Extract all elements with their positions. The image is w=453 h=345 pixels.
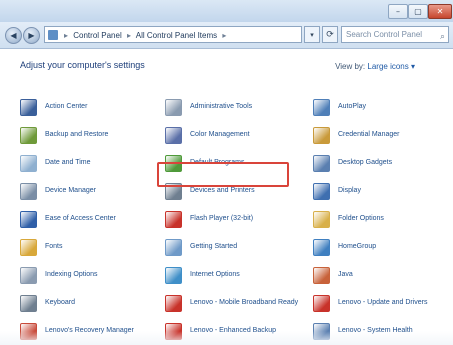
control-panel-item[interactable]: Fonts: [20, 236, 63, 258]
address-bar[interactable]: ▸ Control Panel ▸ All Control Panel Item…: [44, 26, 302, 43]
control-panel-window: – ▢ ✕ ◀ ▶ ▸ Control Panel ▸ All Control …: [0, 0, 453, 345]
control-panel-item[interactable]: Display: [313, 180, 361, 202]
control-panel-item[interactable]: Getting Started: [165, 236, 237, 258]
control-panel-item-label: Internet Options: [190, 271, 240, 278]
admin-tools-icon: [165, 98, 182, 116]
control-panel-item-label: Credential Manager: [338, 131, 400, 138]
gadgets-icon: [313, 154, 330, 172]
control-panel-item-label: Administrative Tools: [190, 103, 253, 110]
control-panel-item[interactable]: Action Center: [20, 96, 87, 118]
keyboard-icon: [20, 294, 37, 312]
control-panel-item[interactable]: Keyboard: [20, 292, 75, 314]
color-management-icon: [165, 126, 182, 144]
control-panel-item[interactable]: Backup and Restore: [20, 124, 108, 146]
breadcrumb-all-items[interactable]: All Control Panel Items: [136, 31, 217, 40]
breadcrumb-separator-icon[interactable]: ▸: [61, 31, 71, 40]
control-panel-item[interactable]: Credential Manager: [313, 124, 399, 146]
control-panel-item[interactable]: HomeGroup: [313, 236, 376, 258]
highlight-box: [157, 162, 289, 187]
control-panel-item[interactable]: AutoPlay: [313, 96, 366, 118]
close-button[interactable]: ✕: [428, 4, 452, 19]
control-panel-item[interactable]: Indexing Options: [20, 264, 98, 286]
control-panel-item[interactable]: Flash Player (32-bit): [165, 208, 253, 230]
flash-icon: [165, 210, 182, 228]
back-button[interactable]: ◀: [5, 27, 22, 44]
control-panel-item[interactable]: Java: [313, 264, 353, 286]
ease-of-access-icon: [20, 210, 37, 228]
search-icon: ⌕: [439, 31, 445, 41]
fonts-icon: [20, 238, 37, 256]
control-panel-item[interactable]: Folder Options: [313, 208, 384, 230]
control-panel-item-label: Desktop Gadgets: [338, 159, 393, 166]
control-panel-item-label: Backup and Restore: [45, 131, 109, 138]
control-panel-item[interactable]: Internet Options: [165, 264, 240, 286]
control-panel-item-label: Date and Time: [45, 159, 91, 166]
control-panel-item-label: Devices and Printers: [190, 187, 255, 194]
breadcrumb-separator-icon[interactable]: ▸: [124, 31, 134, 40]
navigation-bar: ◀ ▶ ▸ Control Panel ▸ All Control Panel …: [0, 22, 453, 49]
control-panel-item[interactable]: Administrative Tools: [165, 96, 252, 118]
indexing-icon: [20, 266, 37, 284]
control-panel-item-label: Display: [338, 187, 361, 194]
autoplay-icon: [313, 98, 330, 116]
minimize-button[interactable]: –: [388, 4, 408, 19]
view-by-dropdown[interactable]: Large icons ▾: [367, 62, 415, 71]
refresh-button[interactable]: ⟳: [322, 26, 338, 43]
control-panel-item[interactable]: Desktop Gadgets: [313, 152, 392, 174]
internet-icon: [165, 266, 182, 284]
title-bar: – ▢ ✕: [0, 0, 453, 22]
flag-icon: [20, 98, 37, 116]
backup-icon: [20, 126, 37, 144]
control-panel-item[interactable]: Date and Time: [20, 152, 91, 174]
view-by-label: View by:: [335, 62, 366, 71]
control-panel-item[interactable]: Ease of Access Center: [20, 208, 116, 230]
control-panel-item-label: Indexing Options: [45, 271, 98, 278]
breadcrumb-separator-icon[interactable]: ▸: [219, 31, 229, 40]
control-panel-item[interactable]: Lenovo - Update and Drivers: [313, 292, 428, 314]
control-panel-item-label: Flash Player (32-bit): [190, 215, 254, 222]
address-dropdown-button[interactable]: ▾: [304, 26, 320, 43]
control-panel-item-label: Action Center: [45, 103, 88, 110]
search-input[interactable]: Search Control Panel ⌕: [341, 26, 449, 43]
getting-started-icon: [165, 238, 182, 256]
control-panel-item-label: Color Management: [190, 131, 250, 138]
folder-icon: [313, 210, 330, 228]
control-panel-item-label: Ease of Access Center: [45, 215, 116, 222]
control-panel-item-label: Lenovo - Mobile Broadband Ready: [190, 299, 299, 306]
view-by-control[interactable]: View by: Large icons ▾: [335, 62, 415, 71]
control-panel-icon: [48, 30, 58, 40]
control-panel-item-label: Lenovo - Update and Drivers: [338, 299, 428, 306]
lenovo-update-icon: [313, 294, 330, 312]
maximize-button[interactable]: ▢: [408, 4, 428, 19]
credential-icon: [313, 126, 330, 144]
forward-button[interactable]: ▶: [23, 27, 40, 44]
control-panel-item[interactable]: Color Management: [165, 124, 250, 146]
control-panel-item-label: Java: [338, 271, 353, 278]
scroll-fade: [0, 331, 453, 345]
control-panel-item-label: AutoPlay: [338, 103, 367, 110]
breadcrumb-control-panel[interactable]: Control Panel: [73, 31, 121, 40]
control-panel-item-label: Fonts: [45, 243, 63, 250]
control-panel-item-label: Getting Started: [190, 243, 238, 250]
control-panel-item-label: Device Manager: [45, 187, 96, 194]
search-placeholder: Search Control Panel: [346, 30, 423, 39]
homegroup-icon: [313, 238, 330, 256]
control-panel-item[interactable]: Device Manager: [20, 180, 96, 202]
control-panel-item-label: Keyboard: [45, 299, 75, 306]
java-icon: [313, 266, 330, 284]
control-panel-item[interactable]: Lenovo - Mobile Broadband Ready: [165, 292, 298, 314]
page-title: Adjust your computer's settings: [20, 60, 145, 70]
lenovo-broadband-icon: [165, 294, 182, 312]
clock-icon: [20, 154, 37, 172]
device-manager-icon: [20, 182, 37, 200]
control-panel-item-label: HomeGroup: [338, 243, 377, 250]
control-panel-item-label: Folder Options: [338, 215, 384, 222]
display-icon: [313, 182, 330, 200]
